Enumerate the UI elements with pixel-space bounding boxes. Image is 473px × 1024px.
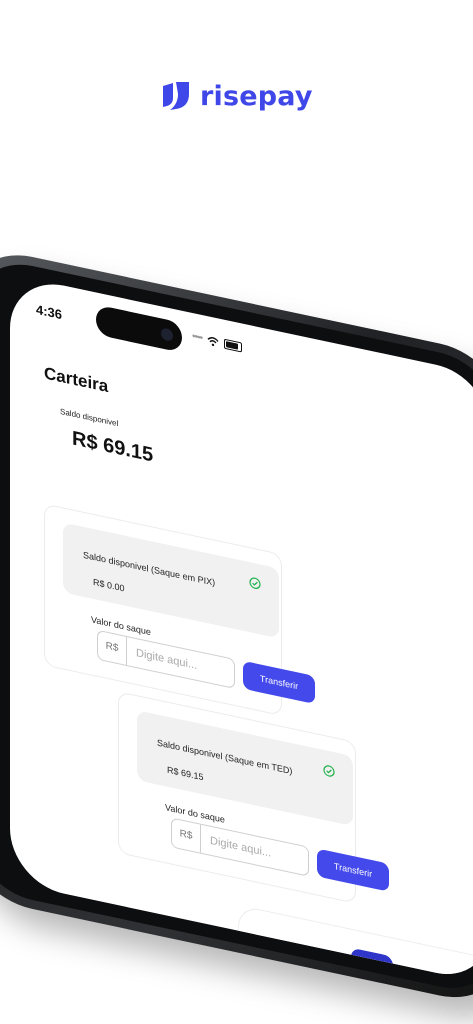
signal-dots-icon: •••• <box>192 330 203 345</box>
app-screen: 4:36 •••• Carteira Saldo disponivel R$ 6… <box>10 274 473 985</box>
card-amount: R$ 69.15 <box>167 764 204 783</box>
dynamic-island <box>96 304 182 353</box>
balance-label: Saldo disponivel <box>60 406 119 429</box>
input-placeholder: Digite aqui... <box>210 834 272 860</box>
transfer-button[interactable]: Transferir <box>317 848 389 892</box>
card-amount: R$ 0.00 <box>93 576 125 594</box>
currency-prefix: R$ <box>98 630 127 666</box>
status-icons: •••• <box>192 330 243 353</box>
battery-icon <box>224 338 243 353</box>
risepay-logo-icon <box>163 82 189 110</box>
status-time: 4:36 <box>36 301 63 323</box>
brand-name: risepay <box>200 80 313 112</box>
brand-logo: risepay <box>160 80 313 112</box>
page-title: Carteira <box>44 363 109 397</box>
withdraw-card-pix: Saldo disponivel (Saque em PIX) R$ 0.00 … <box>44 503 315 717</box>
camera-icon <box>161 327 173 342</box>
input-placeholder: Digite aqui... <box>136 646 198 672</box>
check-circle-icon <box>249 577 261 590</box>
wifi-icon <box>207 336 219 346</box>
balance-value: R$ 69.15 <box>72 427 154 467</box>
transfer-button[interactable]: Transferir <box>243 660 315 705</box>
withdraw-card-ted: Saldo disponivel (Saque em TED) R$ 69.15… <box>118 691 389 904</box>
currency-prefix: R$ <box>172 818 201 853</box>
phone-mockup: 4:36 •••• Carteira Saldo disponivel R$ 6… <box>0 242 473 1011</box>
check-circle-icon <box>323 765 335 777</box>
withdraw-amount-input[interactable]: R$ Digite aqui... <box>97 629 235 690</box>
withdraw-amount-input[interactable]: R$ Digite aqui... <box>171 817 309 877</box>
